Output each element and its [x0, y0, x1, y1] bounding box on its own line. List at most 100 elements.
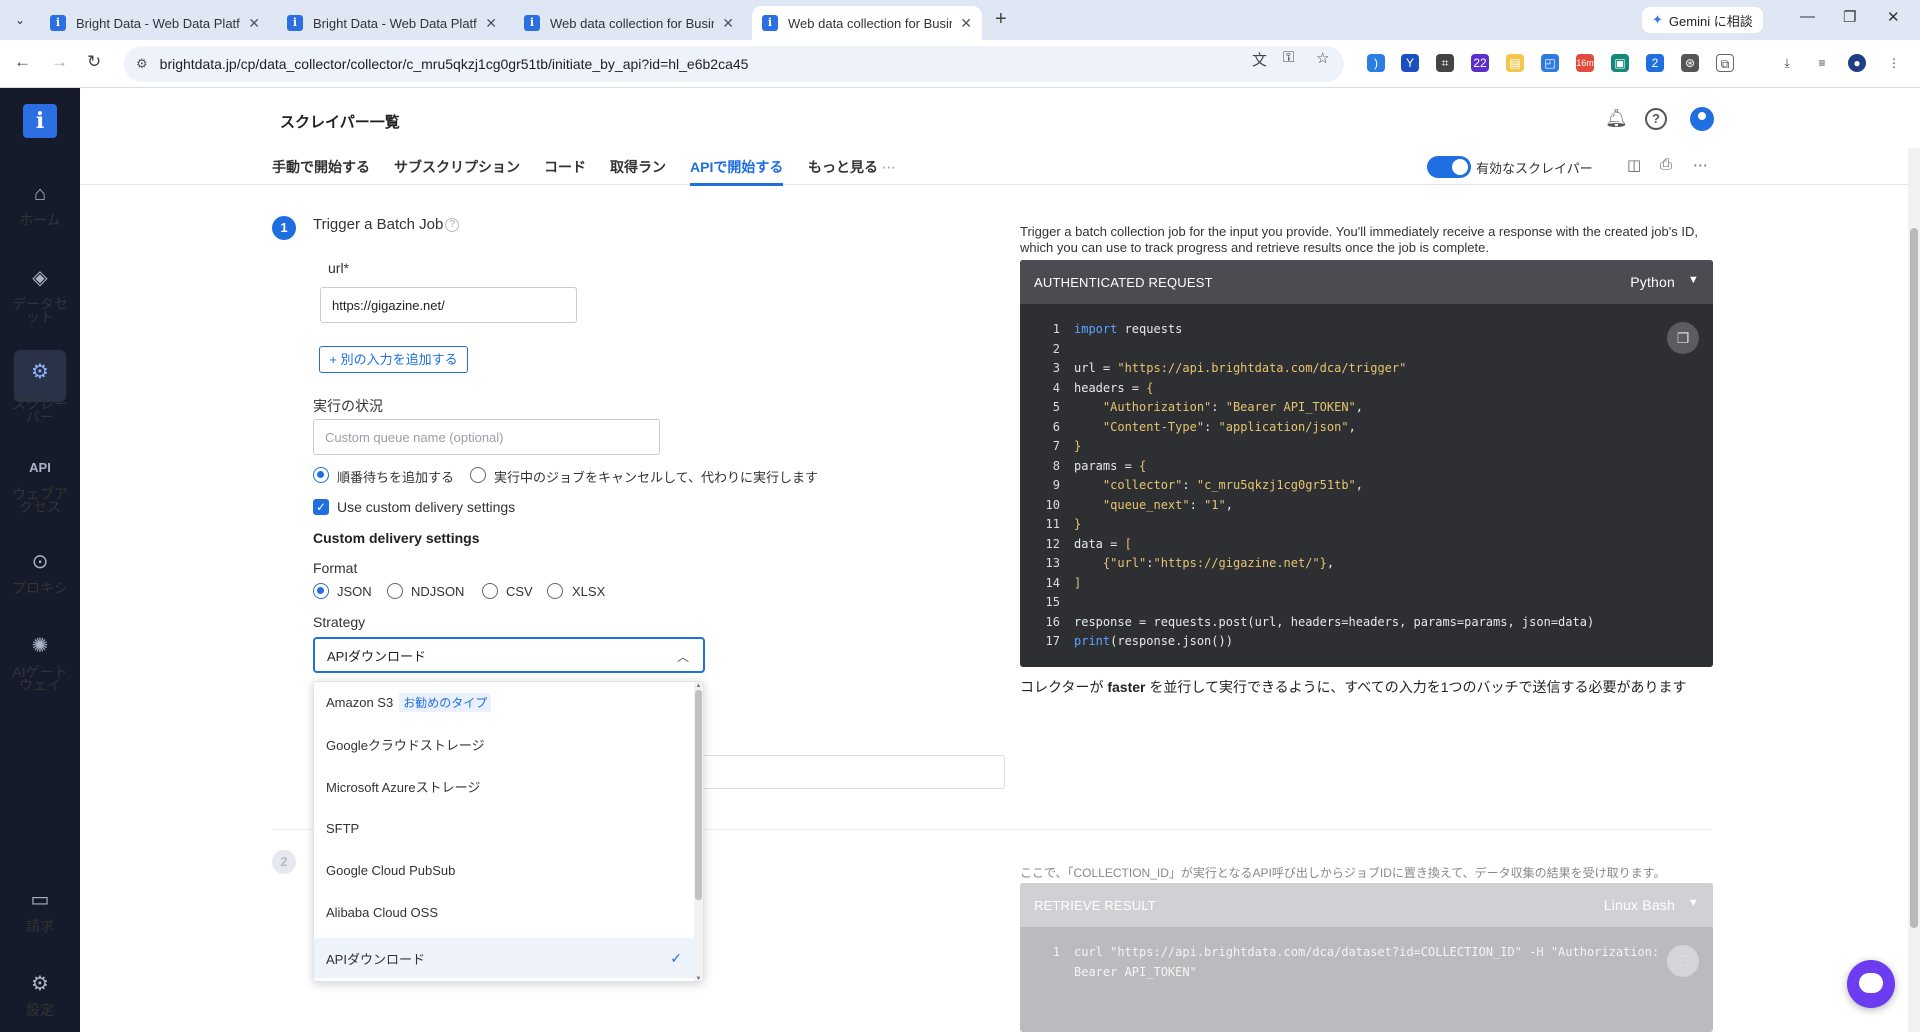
reload-icon[interactable]: ↻: [87, 52, 101, 72]
tab-runs[interactable]: 取得ラン: [610, 157, 666, 177]
browser-tab[interactable]: i Web data collection for Business ✕: [514, 6, 744, 40]
print-icon[interactable]: ⎙: [1660, 156, 1672, 173]
use-custom-delivery-checkbox[interactable]: ✓: [313, 499, 329, 515]
bookmark-star-icon[interactable]: ☆: [1316, 49, 1329, 67]
extension-icon[interactable]: 16m: [1576, 54, 1594, 72]
extension-icon[interactable]: 2: [1646, 54, 1664, 72]
radio-format-ndjson[interactable]: [387, 583, 403, 599]
browser-menu-icon[interactable]: ⋮: [1885, 54, 1903, 72]
line-number: 12: [1045, 536, 1060, 551]
close-tab-icon[interactable]: ✕: [485, 15, 497, 32]
sidebar-item-proxy[interactable]: ⊙ プロキシ: [0, 548, 80, 596]
close-tab-icon[interactable]: ✕: [248, 15, 260, 32]
minimize-icon[interactable]: —: [1800, 8, 1815, 25]
radio-format-xlsx[interactable]: [547, 583, 563, 599]
strategy-select[interactable]: APIダウンロード ︿: [313, 637, 705, 673]
scroll-up-arrow-icon[interactable]: ▲: [695, 683, 702, 689]
sidebar-item-settings[interactable]: ⚙ 設定: [0, 970, 80, 1018]
profile-avatar-icon[interactable]: ●: [1848, 54, 1866, 72]
help-question-icon[interactable]: ?: [445, 218, 460, 233]
close-tab-icon[interactable]: ✕: [722, 15, 734, 32]
user-avatar-icon[interactable]: [1690, 107, 1714, 131]
close-tab-icon[interactable]: ✕: [960, 15, 972, 32]
notification-bell-icon[interactable]: 🔔︎: [1605, 108, 1628, 129]
extension-icon[interactable]: ▣: [1611, 54, 1629, 72]
dropdown-scroll-thumb[interactable]: [695, 690, 702, 900]
language-select[interactable]: Linux Bash: [1604, 897, 1675, 913]
extensions-puzzle-icon[interactable]: ⧉: [1716, 54, 1734, 72]
gemini-button[interactable]: ✦ Gemini に相談: [1642, 7, 1763, 33]
dropdown-option-azure-storage[interactable]: Microsoft Azureストレージ: [314, 766, 696, 806]
active-scraper-toggle[interactable]: [1427, 156, 1471, 178]
more-options-icon[interactable]: ⋯: [1693, 156, 1708, 174]
sidebar-item-home[interactable]: ⌂ ホーム: [0, 180, 80, 228]
page-scrollbar[interactable]: [1908, 148, 1920, 1032]
tab-start-by-api[interactable]: APIで開始する: [690, 157, 784, 186]
code-line: 13 {"url":"https://gigazine.net/"},: [1020, 556, 1713, 576]
code-line: 1 curl "https://api.brightdata.com/dca/da…: [1020, 945, 1713, 965]
page-scroll-thumb[interactable]: [1910, 228, 1918, 928]
chat-support-button[interactable]: [1847, 960, 1895, 1008]
scroll-down-arrow-icon[interactable]: ▼: [695, 976, 702, 981]
copy-code-button[interactable]: ❐: [1667, 322, 1699, 354]
help-icon[interactable]: ?: [1645, 108, 1667, 130]
dropdown-option-google-pubsub[interactable]: Google Cloud PubSub: [314, 850, 696, 890]
tab-manual-start[interactable]: 手動で開始する: [272, 157, 370, 177]
dropdown-option-alibaba-oss[interactable]: Alibaba Cloud OSS: [314, 892, 696, 932]
extension-icon[interactable]: 22: [1471, 54, 1489, 72]
url-text[interactable]: brightdata.jp/cp/data_collector/collecto…: [160, 56, 749, 72]
radio-format-csv[interactable]: [482, 583, 498, 599]
dropdown-option-api-download[interactable]: APIダウンロード ✓: [314, 938, 696, 978]
browser-tab[interactable]: i Bright Data - Web Data Platform ✕: [277, 6, 507, 40]
new-tab-icon[interactable]: +: [995, 8, 1007, 31]
back-icon[interactable]: ←: [14, 52, 31, 72]
radio-format-json[interactable]: [313, 583, 329, 599]
download-icon[interactable]: ⤓: [1778, 54, 1796, 72]
extension-icon[interactable]: ◰: [1541, 54, 1559, 72]
extension-icon[interactable]: ⊛: [1681, 54, 1699, 72]
chevron-down-icon[interactable]: ▼: [1688, 274, 1699, 286]
site-info-icon[interactable]: ⚙: [136, 56, 148, 72]
extension-icon[interactable]: ): [1367, 54, 1385, 72]
close-window-icon[interactable]: ✕: [1887, 8, 1900, 26]
copy-code-button[interactable]: ❐: [1667, 945, 1699, 977]
maximize-icon[interactable]: ❐: [1843, 8, 1856, 26]
forward-icon[interactable]: →: [51, 52, 68, 72]
tab-search-icon[interactable]: ⌄: [8, 8, 32, 32]
extension-icon[interactable]: ⌗: [1436, 54, 1454, 72]
radio-add-queue[interactable]: [313, 467, 329, 483]
browser-tab-active[interactable]: i Web data collection for Business ✕: [752, 6, 982, 40]
url-input[interactable]: https://gigazine.net/: [320, 287, 577, 323]
extension-icon[interactable]: Y: [1401, 54, 1419, 72]
dropdown-option-google-cloud-storage[interactable]: Googleクラウドストレージ: [314, 724, 696, 764]
radio-cancel-running[interactable]: [470, 467, 486, 483]
dropdown-option-amazon-s3[interactable]: Amazon S3 お勧めのタイプ: [314, 682, 696, 722]
reading-list-icon[interactable]: ≡: [1813, 54, 1831, 72]
url-omnibox[interactable]: ⚙ brightdata.jp/cp/data_collector/collec…: [124, 46, 1344, 82]
dropdown-scrollbar[interactable]: ▲ ▼: [694, 682, 703, 981]
password-key-icon[interactable]: ⚿: [1283, 49, 1294, 66]
sidebar-item-web-access[interactable]: API ウェブアクセス: [0, 454, 80, 514]
code-line: Bearer API_TOKEN": [1020, 965, 1713, 985]
browser-tab[interactable]: i Bright Data - Web Data Platform ✕: [40, 6, 270, 40]
sidebar-item-scrapers[interactable]: ⚙ スクレーパー: [0, 350, 80, 424]
tab-more[interactable]: もっと見る ⋯: [808, 157, 896, 177]
add-input-button[interactable]: + 別の入力を追加する: [319, 346, 468, 373]
chevron-down-icon[interactable]: ▼: [1688, 897, 1699, 909]
brightdata-logo[interactable]: i: [23, 104, 57, 138]
tab-subscription[interactable]: サブスクリプション: [394, 157, 520, 177]
queue-name-input[interactable]: Custom queue name (optional): [313, 419, 660, 455]
code-text: params = {: [1074, 458, 1147, 473]
dataset-icon: ◈: [32, 267, 48, 289]
hidden-field-input[interactable]: [700, 755, 1005, 789]
tab-code[interactable]: コード: [544, 157, 586, 177]
book-docs-icon[interactable]: ◫: [1627, 156, 1641, 174]
sidebar-item-datasets[interactable]: ◈ データセット: [0, 264, 80, 324]
dropdown-option-sftp[interactable]: SFTP: [314, 808, 696, 848]
extension-icon[interactable]: ▤: [1506, 54, 1524, 72]
language-select[interactable]: Python: [1630, 274, 1675, 290]
use-custom-delivery-label: Use custom delivery settings: [337, 499, 516, 515]
sidebar-item-billing[interactable]: ▭ 請求: [0, 886, 80, 934]
translate-icon[interactable]: 文: [1252, 49, 1267, 70]
sidebar-item-ai-gateway[interactable]: ✺ AIゲートウェイ: [0, 632, 80, 692]
